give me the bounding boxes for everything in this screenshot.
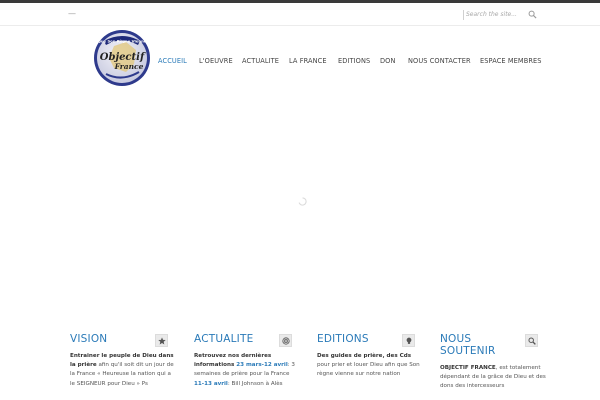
event-date-2[interactable]: 11-13 avril <box>194 381 228 387</box>
column-text-body: pour prier et louer Dieu afin que Son rè… <box>317 362 420 378</box>
nav-item-actualite[interactable]: ACTUALITE <box>242 57 279 65</box>
logo[interactable]: Que Son Règne Vienne Objectif France <box>92 28 152 88</box>
column-icon-box <box>279 334 292 347</box>
column-text: Retrouvez nos dernières informations 23 … <box>194 352 300 389</box>
nav-item-nous-contacter[interactable]: NOUS CONTACTER <box>408 57 471 65</box>
nav-item-espace-membres[interactable]: ESPACE MEMBRES <box>480 57 542 65</box>
logo-text-line2: France <box>114 62 144 71</box>
loading-spinner-icon <box>298 197 307 206</box>
column-vision: VISION Entrainer le peuple de Dieu dans … <box>70 333 176 389</box>
column-icon-box <box>525 334 538 347</box>
logo-banner-text: Que Son Règne Vienne <box>98 39 147 44</box>
nav-item-oeuvre[interactable]: L'OEUVRE <box>199 57 233 65</box>
column-soutenir: NOUS SOUTENIR OBJECTIF FRANCE, est total… <box>440 333 546 392</box>
search-input[interactable] <box>466 8 526 20</box>
star-icon <box>158 337 166 345</box>
column-icon-box <box>155 334 168 347</box>
column-text: Des guides de prière, des Cds pour prier… <box>317 352 423 380</box>
column-icon-box <box>402 334 415 347</box>
nav-item-accueil[interactable]: ACCUEIL <box>158 57 187 65</box>
column-text: Entrainer le peuple de Dieu dans la priè… <box>70 352 176 389</box>
column-editions: EDITIONS Des guides de prière, des Cds p… <box>317 333 423 380</box>
column-text: OBJECTIF FRANCE, est totalement dépendan… <box>440 364 546 392</box>
search-divider <box>463 10 464 20</box>
target-icon <box>282 337 290 345</box>
nav-item-la-france[interactable]: LA FRANCE <box>289 57 327 65</box>
magnifier-icon <box>528 337 536 345</box>
column-title: NOUS SOUTENIR <box>440 333 496 357</box>
column-text-body-2: : Bill Johnson à Alès <box>227 380 283 387</box>
column-text-strong: Des guides de prière, des Cds <box>317 353 412 359</box>
nav-item-don[interactable]: DON <box>380 57 396 65</box>
lightbulb-icon <box>406 337 412 344</box>
column-text-strong: OBJECTIF FRANCE <box>440 365 496 371</box>
topbar-menu-toggle[interactable]: — <box>68 9 76 18</box>
event-date-1[interactable]: 23 mars-12 avril <box>234 362 288 368</box>
top-bar: — <box>0 3 600 26</box>
search-icon[interactable] <box>528 10 537 19</box>
column-actualite: ACTUALITE Retrouvez nos dernières inform… <box>194 333 300 389</box>
nav-item-editions[interactable]: EDITIONS <box>338 57 370 65</box>
